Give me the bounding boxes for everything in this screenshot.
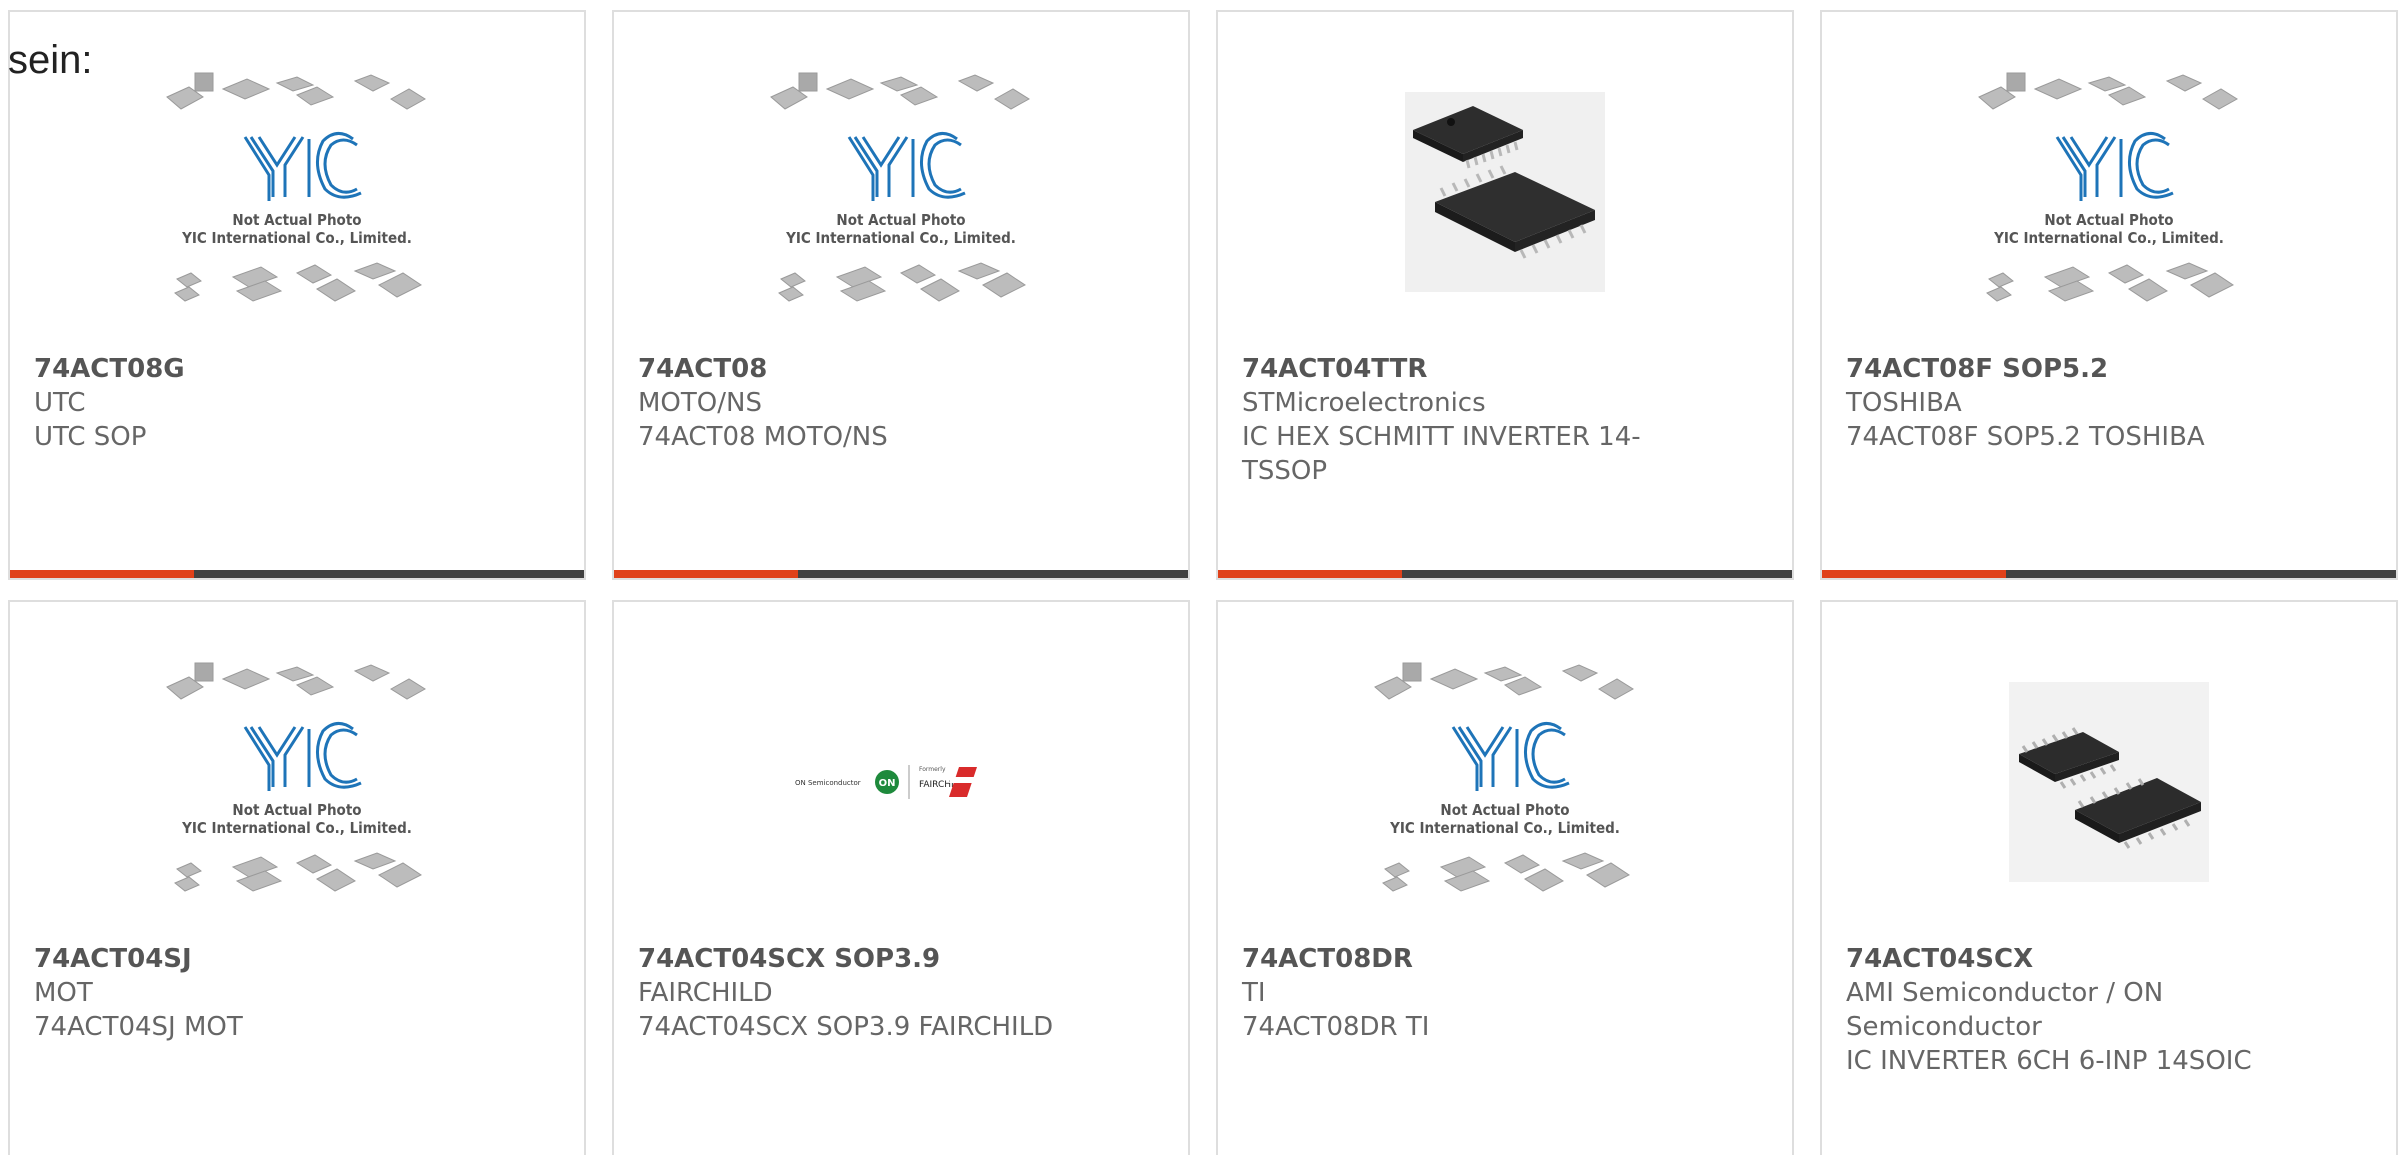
manufacturer: MOT (34, 978, 93, 1008)
description: IC INVERTER 6CH 6-INP 14SOIC (1846, 1046, 2252, 1076)
manufacturer: FAIRCHILD (638, 978, 773, 1008)
product-info: 74ACT08G UTC UTC SOP (34, 352, 560, 454)
part-number[interactable]: 74ACT08 (638, 352, 1164, 386)
product-info: 74ACT08DR TI 74ACT08DR TI (1242, 942, 1768, 1044)
yic-placeholder-image: Not Actual Photo YIC International Co., … (166, 662, 426, 892)
svg-text:ON: ON (879, 778, 896, 789)
yic-placeholder-image: Not Actual Photo YIC International Co., … (1978, 72, 2238, 302)
svg-text:Not Actual Photo: Not Actual Photo (836, 211, 965, 229)
manufacturer: Semiconductor (1846, 1012, 2042, 1042)
yic-logo-icon (243, 132, 362, 201)
onsemi-fairchild-logo: ON Semiconductor ON Formerly FAIRCHILD. (795, 765, 977, 799)
part-number[interactable]: 74ACT04TTR (1242, 352, 1768, 386)
svg-text:YIC International Co., Limited: YIC International Co., Limited. (181, 819, 412, 837)
description: 74ACT08F SOP5.2 TOSHIBA (1846, 422, 2205, 452)
text-fragment: sein: (8, 38, 93, 82)
part-number[interactable]: 74ACT08G (34, 352, 560, 386)
card-footer-bar (10, 570, 584, 578)
description: 74ACT04SCX SOP3.9 FAIRCHILD (638, 1012, 1054, 1042)
product-card[interactable]: 74ACT04TTR STMicroelectronics IC HEX SCHMI… (1216, 10, 1794, 580)
description: 74ACT04SJ MOT (34, 1012, 243, 1042)
product-image[interactable]: Not Actual Photo YIC International Co., … (1822, 62, 2396, 322)
product-card[interactable]: Not Actual Photo YIC International Co., … (1820, 10, 2398, 580)
product-image[interactable]: Not Actual Photo YIC International Co., … (1218, 652, 1792, 912)
yic-logo-icon (2055, 132, 2174, 201)
svg-text:Formerly: Formerly (919, 766, 946, 773)
svg-text:Not Actual Photo: Not Actual Photo (1440, 801, 1569, 819)
description: TSSOP (1242, 456, 1328, 486)
svg-text:YIC International Co., Limited: YIC International Co., Limited. (1389, 819, 1620, 837)
card-footer-bar (1218, 570, 1792, 578)
svg-text:ON Semiconductor: ON Semiconductor (795, 779, 861, 787)
description: UTC SOP (34, 422, 147, 452)
svg-text:YIC International Co., Limited: YIC International Co., Limited. (1993, 229, 2224, 247)
card-footer-bar (1822, 570, 2396, 578)
yic-placeholder-image: Not Actual Photo YIC International Co., … (1374, 662, 1634, 892)
manufacturer: UTC (34, 388, 86, 418)
product-image[interactable] (1822, 652, 2396, 912)
card-footer-accent (10, 570, 194, 578)
tssop-chip-photo (1405, 92, 1605, 292)
svg-text:YIC International Co., Limited: YIC International Co., Limited. (181, 229, 412, 247)
product-card[interactable]: 74ACT04SCX AMI Semiconductor / ON Semicond… (1820, 600, 2398, 1155)
product-image[interactable] (1218, 62, 1792, 322)
product-image[interactable]: Not Actual Photo YIC International Co., … (10, 62, 584, 322)
manufacturer: STMicroelectronics (1242, 388, 1486, 418)
svg-text:YIC International Co., Limited: YIC International Co., Limited. (785, 229, 1016, 247)
yic-logo-icon (847, 132, 966, 201)
yic-logo-icon (243, 722, 362, 791)
product-info: 74ACT04SCX AMI Semiconductor / ON Semicond… (1846, 942, 2372, 1078)
manufacturer: TOSHIBA (1846, 388, 1962, 418)
product-card[interactable]: ON Semiconductor ON Formerly FAIRCHILD. … (612, 600, 1190, 1155)
part-number[interactable]: 74ACT04SCX SOP3.9 (638, 942, 1164, 976)
product-info: 74ACT04SCX SOP3.9 FAIRCHILD 74ACT04SCX SOP… (638, 942, 1164, 1044)
part-number[interactable]: 74ACT08DR (1242, 942, 1768, 976)
product-info: 74ACT04TTR STMicroelectronics IC HEX SCHMI… (1242, 352, 1768, 488)
part-number[interactable]: 74ACT08F SOP5.2 (1846, 352, 2372, 386)
product-info: 74ACT04SJ MOT 74ACT04SJ MOT (34, 942, 560, 1044)
description: IC HEX SCHMITT INVERTER 14- (1242, 422, 1641, 452)
yic-placeholder-image: Not Actual Photo YIC International Co., … (770, 72, 1030, 302)
part-number[interactable]: 74ACT04SJ (34, 942, 560, 976)
yic-placeholder-image: Not Actual Photo YIC International Co., … (166, 72, 426, 302)
soic-chip-photo (2009, 682, 2209, 882)
svg-text:Not Actual Photo: Not Actual Photo (2044, 211, 2173, 229)
product-image[interactable]: Not Actual Photo YIC International Co., … (614, 62, 1188, 322)
product-grid-page: sein: Not Actual Photo YIC International… (0, 0, 2400, 1155)
manufacturer: AMI Semiconductor / ON (1846, 978, 2164, 1008)
card-footer-accent (614, 570, 798, 578)
svg-text:Not Actual Photo: Not Actual Photo (232, 211, 361, 229)
svg-text:Not Actual Photo: Not Actual Photo (232, 801, 361, 819)
card-footer-accent (1822, 570, 2006, 578)
product-card[interactable]: Not Actual Photo YIC International Co., … (8, 10, 586, 580)
product-info: 74ACT08F SOP5.2 TOSHIBA 74ACT08F SOP5.2 TO… (1846, 352, 2372, 454)
product-grid: Not Actual Photo YIC International Co., … (0, 0, 2400, 1155)
manufacturer: TI (1242, 978, 1266, 1008)
description: 74ACT08 MOTO/NS (638, 422, 888, 452)
description: 74ACT08DR TI (1242, 1012, 1430, 1042)
product-card[interactable]: Not Actual Photo YIC International Co., … (8, 600, 586, 1155)
product-image[interactable]: ON Semiconductor ON Formerly FAIRCHILD. (614, 652, 1188, 912)
yic-logo-icon (1451, 722, 1570, 791)
card-footer-bar (614, 570, 1188, 578)
product-card[interactable]: Not Actual Photo YIC International Co., … (1216, 600, 1794, 1155)
part-number[interactable]: 74ACT04SCX (1846, 942, 2372, 976)
card-footer-accent (1218, 570, 1402, 578)
product-info: 74ACT08 MOTO/NS 74ACT08 MOTO/NS (638, 352, 1164, 454)
product-image[interactable]: Not Actual Photo YIC International Co., … (10, 652, 584, 912)
manufacturer: MOTO/NS (638, 388, 762, 418)
product-card[interactable]: Not Actual Photo YIC International Co., … (612, 10, 1190, 580)
